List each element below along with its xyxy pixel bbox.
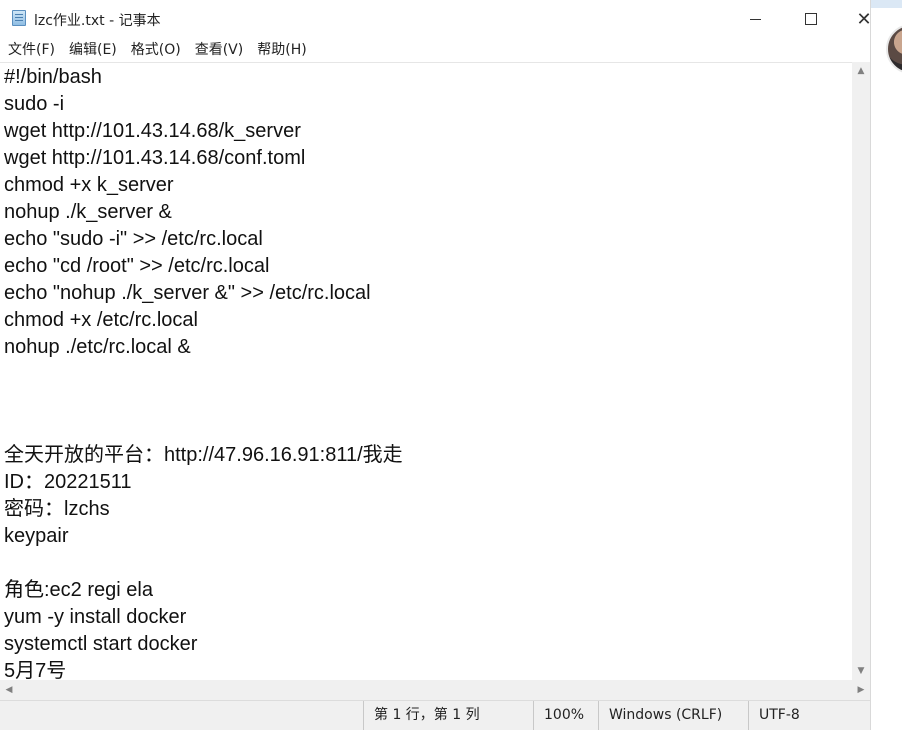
menu-bar: 文件(F) 编辑(E) 格式(O) 查看(V) 帮助(H): [0, 38, 870, 62]
text-line: chmod +x /etc/rc.local: [4, 309, 198, 331]
scroll-right-icon[interactable]: ▶: [852, 680, 870, 700]
text-line: nohup ./etc/rc.local &: [4, 336, 191, 358]
title-bar[interactable]: lzc作业.txt - 记事本 ✕: [0, 0, 870, 38]
text-line: wget http://101.43.14.68/k_server: [4, 120, 301, 142]
text-line: yum -y install docker: [4, 606, 187, 628]
text-line: keypair: [4, 525, 69, 547]
background-window-edge: [871, 0, 902, 730]
close-button[interactable]: ✕: [846, 0, 870, 38]
encoding: UTF-8: [748, 701, 870, 730]
text-line: echo "cd /root" >> /etc/rc.local: [4, 255, 270, 277]
line-ending: Windows (CRLF): [598, 701, 746, 730]
text-line: 密码：lzchs: [4, 498, 110, 520]
text-line: nohup ./k_server &: [4, 201, 172, 223]
menu-format[interactable]: 格式(O): [124, 38, 188, 62]
maximize-button[interactable]: [788, 0, 834, 38]
notepad-icon: [12, 10, 26, 26]
scroll-down-icon[interactable]: ▼: [852, 662, 870, 680]
text-line: wget http://101.43.14.68/conf.toml: [4, 147, 306, 169]
horizontal-scrollbar[interactable]: ◀ ▶: [0, 680, 870, 700]
background-strip: [871, 0, 902, 8]
menu-view[interactable]: 查看(V): [188, 38, 251, 62]
vertical-scrollbar[interactable]: ▲ ▼: [852, 62, 870, 680]
text-line: chmod +x k_server: [4, 174, 174, 196]
close-icon: ✕: [856, 8, 870, 30]
cursor-position: 第 1 行，第 1 列: [363, 701, 533, 730]
scroll-up-icon[interactable]: ▲: [852, 62, 870, 80]
status-bar: 第 1 行，第 1 列 100% Windows (CRLF) UTF-8: [0, 700, 870, 730]
text-line: echo "sudo -i" >> /etc/rc.local: [4, 228, 263, 250]
minimize-button[interactable]: [732, 0, 778, 38]
menu-edit[interactable]: 编辑(E): [62, 38, 124, 62]
menu-file[interactable]: 文件(F): [0, 38, 62, 62]
zoom-level: 100%: [533, 701, 596, 730]
text-line: 角色:ec2 regi ela: [4, 579, 153, 601]
text-line: echo "nohup ./k_server &" >> /etc/rc.loc…: [4, 282, 371, 304]
text-line: 全天开放的平台：http://47.96.16.91:811/我走: [4, 444, 403, 466]
minimize-icon: [749, 18, 761, 20]
text-line: systemctl start docker: [4, 633, 198, 655]
text-line: #!/bin/bash: [4, 66, 102, 88]
notepad-window: lzc作业.txt - 记事本 ✕ 文件(F) 编辑(E) 格式(O) 查看(V…: [0, 0, 871, 730]
text-line: 5月7号: [4, 660, 67, 681]
avatar[interactable]: [886, 24, 902, 74]
editor-content[interactable]: #!/bin/bash sudo -i wget http://101.43.1…: [0, 63, 852, 681]
text-editor[interactable]: #!/bin/bash sudo -i wget http://101.43.1…: [0, 62, 852, 681]
window-title: lzc作业.txt - 记事本: [34, 13, 161, 29]
text-line: ID：20221511: [4, 471, 132, 493]
text-line: sudo -i: [4, 93, 65, 115]
scroll-left-icon[interactable]: ◀: [0, 680, 18, 700]
menu-help[interactable]: 帮助(H): [250, 38, 313, 62]
maximize-icon: [805, 13, 817, 25]
